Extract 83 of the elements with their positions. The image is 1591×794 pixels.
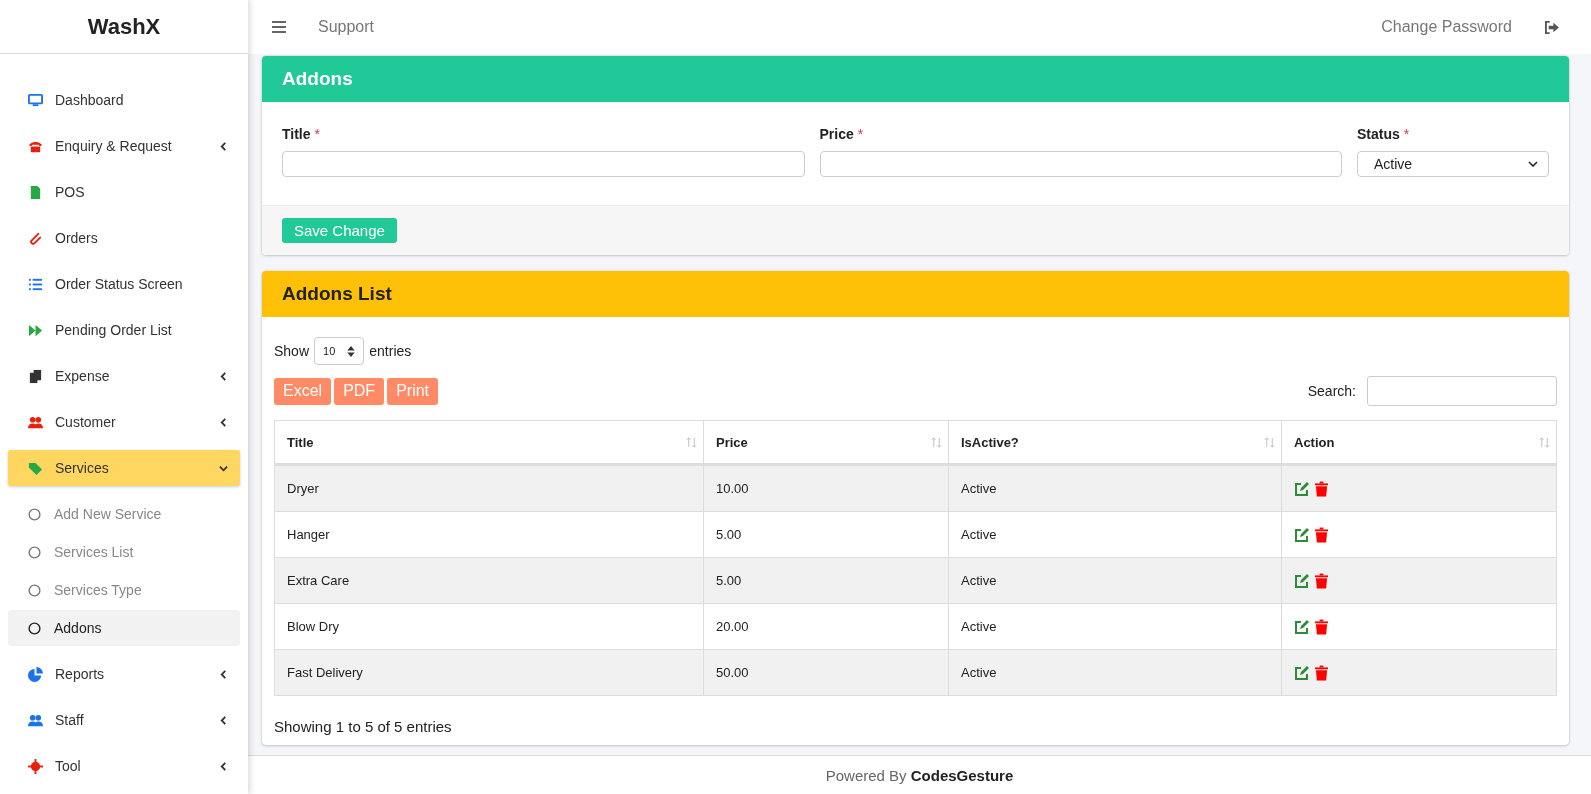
sidebar-item[interactable]: Dashboard bbox=[8, 82, 240, 118]
required-mark: * bbox=[1403, 126, 1410, 142]
table-cell: 20.00 bbox=[703, 603, 949, 650]
submenu-item[interactable]: Addons bbox=[8, 610, 240, 646]
document-icon bbox=[28, 184, 43, 200]
edit-icon[interactable] bbox=[1294, 618, 1310, 635]
list-icon bbox=[28, 276, 43, 292]
monitor-icon bbox=[28, 92, 43, 108]
submenu-item[interactable]: Services Type bbox=[8, 572, 240, 608]
sidebar-item[interactable]: Pending Order List bbox=[8, 312, 240, 348]
sidebar-item[interactable]: POS bbox=[8, 174, 240, 210]
input-field[interactable] bbox=[282, 151, 805, 177]
table-cell: Active bbox=[948, 464, 1282, 512]
paperclip-icon bbox=[28, 230, 43, 246]
card-title: Addons List bbox=[282, 283, 392, 305]
trash-icon[interactable] bbox=[1315, 572, 1328, 589]
sidebar-item[interactable]: Orders bbox=[8, 220, 240, 256]
table-cell: 5.00 bbox=[703, 511, 949, 558]
support-link[interactable]: Support bbox=[318, 18, 375, 36]
circle-icon bbox=[28, 507, 41, 521]
sidebar-item[interactable]: Services bbox=[8, 450, 240, 486]
table-cell: Fast Delivery bbox=[274, 649, 704, 696]
team-icon bbox=[28, 712, 43, 728]
search-label: Search: bbox=[1307, 383, 1356, 399]
trash-icon[interactable] bbox=[1315, 664, 1328, 681]
sort-icon bbox=[1264, 436, 1275, 448]
table-cell: Dryer bbox=[274, 464, 704, 512]
trash-icon[interactable] bbox=[1315, 526, 1328, 543]
entries-dropdown[interactable]: 10 bbox=[314, 337, 365, 365]
search-field[interactable] bbox=[1367, 376, 1557, 406]
edit-icon[interactable] bbox=[1294, 664, 1310, 681]
table-cell: Active bbox=[948, 557, 1282, 604]
pie-icon bbox=[28, 666, 43, 682]
menu-icon[interactable] bbox=[272, 21, 286, 33]
sidebar-item[interactable]: Expense bbox=[8, 358, 240, 394]
circle-icon bbox=[28, 621, 41, 635]
sidebar-item[interactable]: Reports bbox=[8, 656, 240, 692]
show-label: Show bbox=[274, 343, 310, 359]
circle-icon bbox=[28, 583, 41, 597]
table-cell: Active bbox=[948, 649, 1282, 696]
sidebar-item[interactable]: Customer bbox=[8, 404, 240, 440]
edit-icon[interactable] bbox=[1294, 480, 1310, 497]
table-cell: Blow Dry bbox=[274, 603, 704, 650]
users-icon bbox=[28, 414, 43, 430]
field-label: Title bbox=[282, 126, 311, 142]
trash-icon[interactable] bbox=[1315, 480, 1328, 497]
field-label: Status bbox=[1357, 126, 1400, 142]
table-cell: 10.00 bbox=[703, 464, 949, 512]
copy-icon bbox=[28, 368, 43, 384]
sidebar-item[interactable]: Order Status Screen bbox=[8, 266, 240, 302]
caret-icon bbox=[1528, 161, 1538, 167]
table-cell: Active bbox=[948, 603, 1282, 650]
circle-icon bbox=[28, 545, 41, 559]
input-field[interactable] bbox=[819, 151, 1342, 177]
footer-text: Powered By CodesGesture bbox=[825, 766, 1014, 784]
table-cell: Active bbox=[948, 511, 1282, 558]
table-cell: Hanger bbox=[274, 511, 704, 558]
edit-icon[interactable] bbox=[1294, 572, 1310, 589]
field-label: Price bbox=[819, 126, 854, 142]
submenu-item[interactable]: Add New Service bbox=[8, 496, 240, 532]
sidebar-item[interactable]: Tool bbox=[8, 748, 240, 784]
tag-icon bbox=[28, 460, 43, 476]
logout-icon[interactable] bbox=[1544, 20, 1559, 34]
table-cell: Extra Care bbox=[274, 557, 704, 604]
forward-icon bbox=[28, 322, 43, 338]
table-info: Showing 1 to 5 of 5 entries bbox=[274, 718, 453, 735]
trash-icon[interactable] bbox=[1315, 618, 1328, 635]
required-mark: * bbox=[857, 126, 864, 142]
sidebar-item[interactable]: Enquiry & Request bbox=[8, 128, 240, 164]
table-cell: 50.00 bbox=[703, 649, 949, 696]
spinner-icon bbox=[347, 345, 356, 357]
table-cell: 5.00 bbox=[703, 557, 949, 604]
submenu-item[interactable]: Services List bbox=[8, 534, 240, 570]
entries-label: entries bbox=[369, 343, 412, 359]
sort-icon bbox=[1539, 436, 1550, 448]
sort-icon bbox=[931, 436, 942, 448]
status-dropdown[interactable]: Active bbox=[1357, 151, 1549, 177]
change-password-link[interactable]: Change Password bbox=[1381, 18, 1512, 36]
card-title: Addons bbox=[282, 68, 353, 90]
required-mark: * bbox=[314, 126, 320, 142]
edit-icon[interactable] bbox=[1294, 526, 1310, 543]
sort-icon bbox=[686, 436, 697, 448]
sidebar-item[interactable]: Staff bbox=[8, 702, 240, 738]
